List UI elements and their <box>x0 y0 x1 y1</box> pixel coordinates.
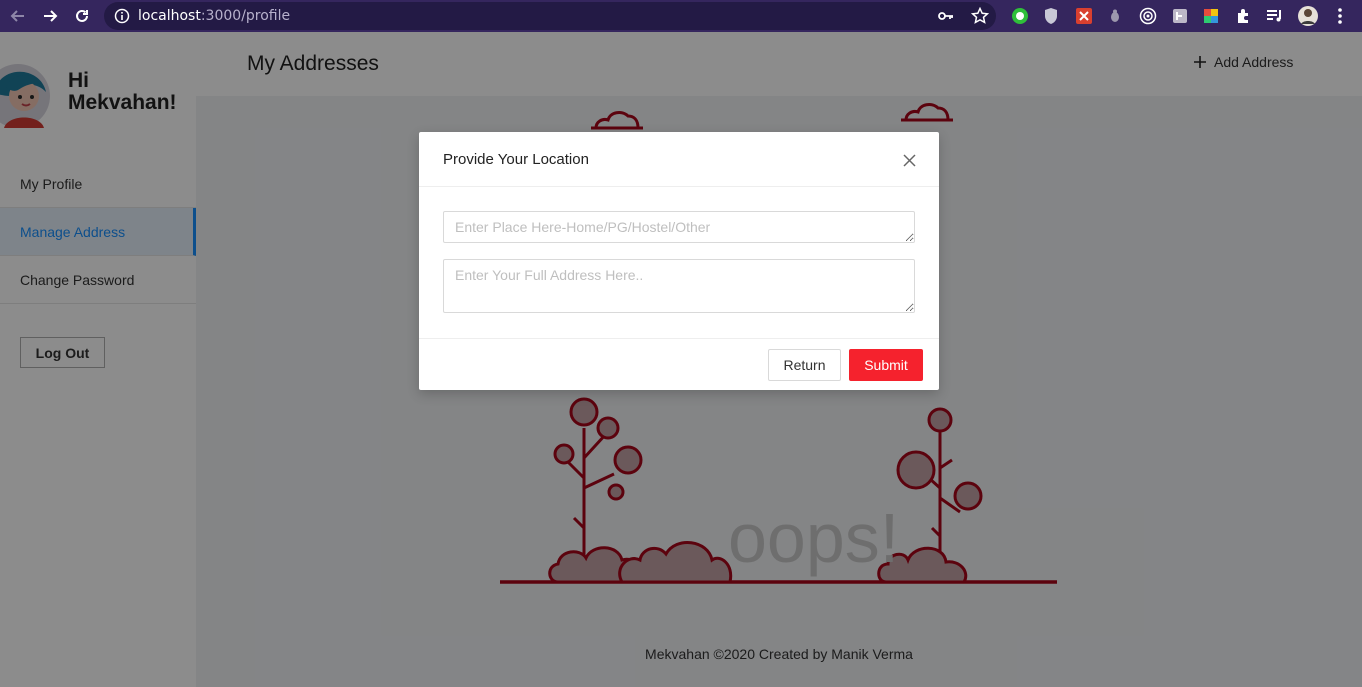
modal-header: Provide Your Location <box>419 132 939 187</box>
extension-gray-icon[interactable] <box>1168 4 1192 28</box>
star-icon[interactable] <box>971 7 989 25</box>
back-icon <box>10 10 24 22</box>
forward-button[interactable] <box>34 0 66 32</box>
back-button[interactable] <box>2 0 34 32</box>
url-path: :3000/profile <box>200 8 291 24</box>
profile-avatar-icon[interactable] <box>1296 4 1320 28</box>
extension-green-icon[interactable] <box>1008 4 1032 28</box>
forward-icon <box>44 10 58 22</box>
extension-bug-icon[interactable] <box>1103 4 1127 28</box>
key-icon[interactable] <box>938 9 954 23</box>
submit-button[interactable]: Submit <box>849 349 923 381</box>
return-button[interactable]: Return <box>768 349 841 381</box>
extensions-icon[interactable] <box>1231 4 1255 28</box>
reload-icon <box>76 9 88 22</box>
location-modal: Provide Your Location Return Submit <box>419 132 939 390</box>
place-input[interactable] <box>443 211 915 243</box>
more-icon[interactable] <box>1328 4 1352 28</box>
media-icon[interactable] <box>1263 4 1287 28</box>
browser-toolbar: localhost:3000/profile <box>0 0 1362 32</box>
modal-title: Provide Your Location <box>443 151 589 168</box>
reload-button[interactable] <box>66 0 98 32</box>
address-bar[interactable]: localhost:3000/profile <box>104 2 996 30</box>
modal-body <box>419 187 939 338</box>
extension-color-icon[interactable] <box>1199 4 1223 28</box>
close-icon <box>902 153 916 167</box>
info-icon <box>114 8 130 24</box>
modal-close-button[interactable] <box>899 150 919 170</box>
url-text: localhost:3000/profile <box>138 8 290 24</box>
extension-red-icon[interactable] <box>1072 4 1096 28</box>
url-host: localhost <box>138 8 201 24</box>
extension-shield-icon[interactable] <box>1039 4 1063 28</box>
extension-target-icon[interactable] <box>1136 4 1160 28</box>
address-input[interactable] <box>443 259 915 313</box>
modal-footer: Return Submit <box>419 338 939 390</box>
